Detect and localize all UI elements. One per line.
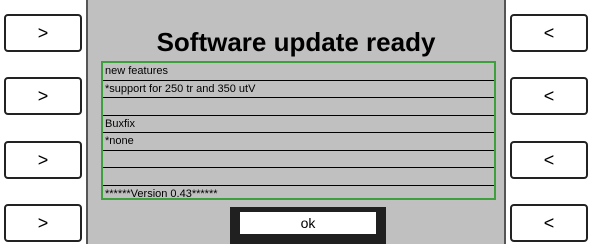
- release-notes-list: new features *support for 250 tr and 350…: [101, 61, 496, 200]
- list-item: new features: [103, 63, 494, 81]
- list-item: *none: [103, 133, 494, 151]
- right-button-4[interactable]: <: [510, 204, 588, 242]
- left-button-3[interactable]: >: [4, 141, 82, 179]
- list-item: [103, 151, 494, 168]
- right-button-3[interactable]: <: [510, 141, 588, 179]
- left-button-2[interactable]: >: [4, 77, 82, 115]
- ok-button[interactable]: ok: [240, 212, 376, 234]
- right-button-1[interactable]: <: [510, 14, 588, 52]
- update-dialog: Software update ready new features *supp…: [86, 0, 506, 244]
- list-item: [103, 168, 494, 186]
- list-item: [103, 98, 494, 116]
- list-item: Buxfix: [103, 116, 494, 133]
- left-button-4[interactable]: >: [4, 204, 82, 242]
- dialog-title: Software update ready: [156, 27, 436, 57]
- left-button-1[interactable]: >: [4, 14, 82, 52]
- ok-button-frame: ok: [230, 207, 386, 244]
- version-line: ******Version 0.43******: [105, 187, 218, 200]
- right-button-2[interactable]: <: [510, 77, 588, 115]
- list-item: *support for 250 tr and 350 utV: [103, 81, 494, 98]
